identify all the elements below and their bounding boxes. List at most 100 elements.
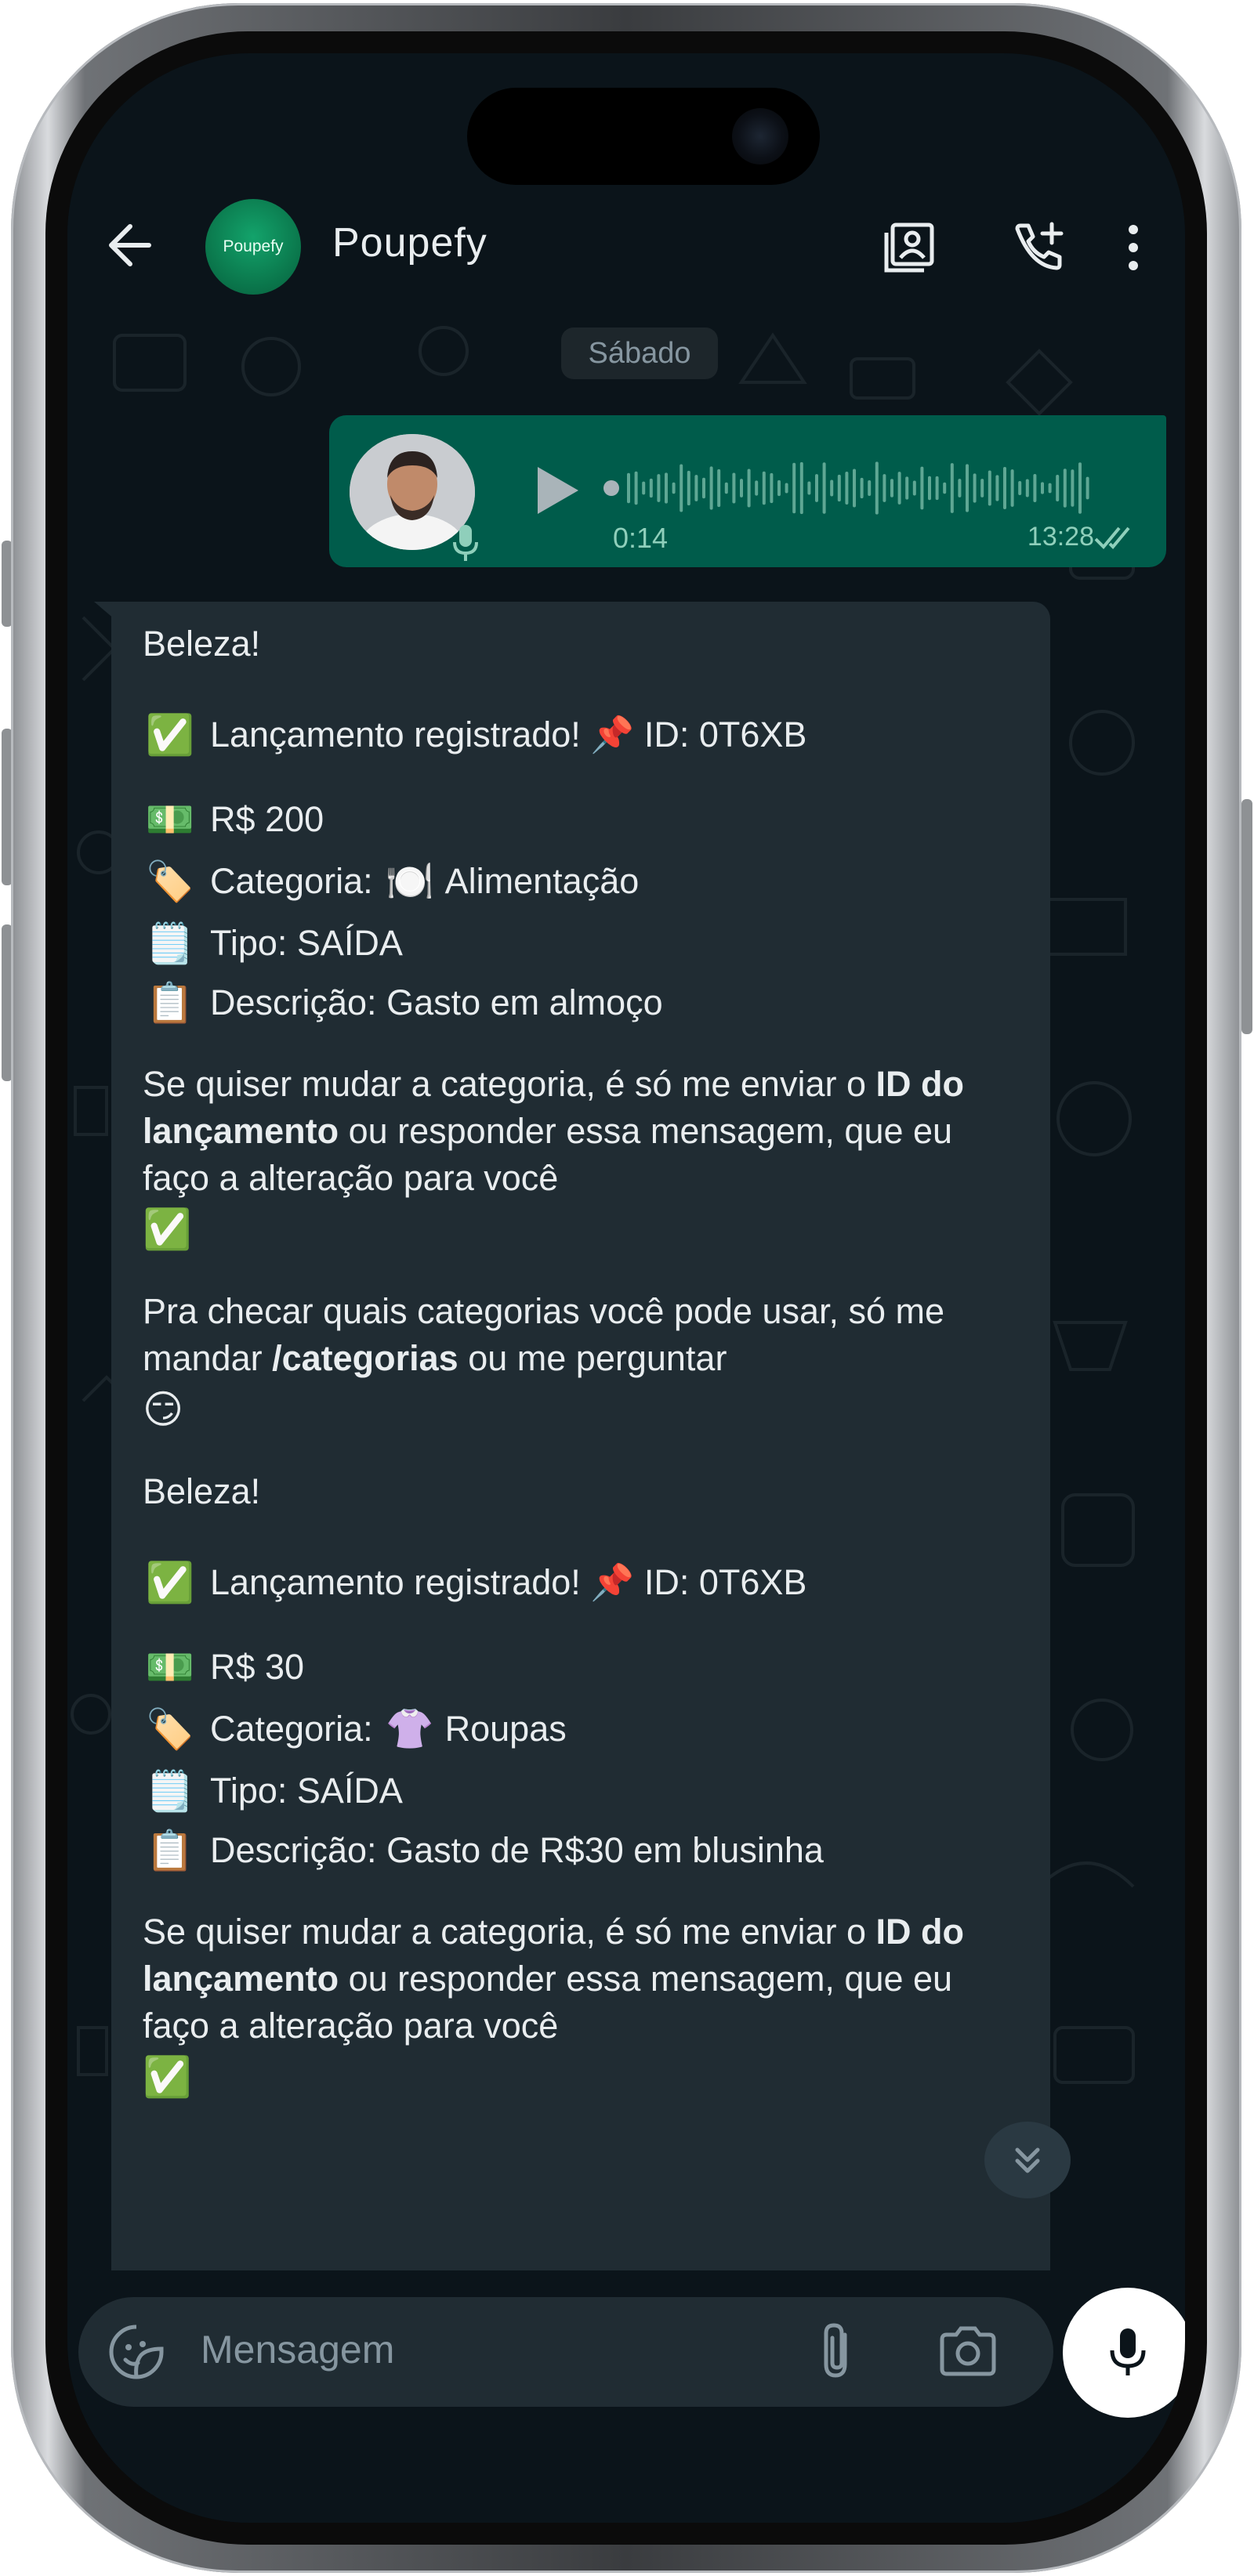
plate-icon: 🍽️ [385, 859, 434, 903]
waveform-bar [966, 464, 969, 512]
contact-card-icon [884, 223, 934, 273]
category-line: 🏷️ Categoria: 🍽️ Alimentação [143, 849, 1028, 914]
message-composer: Mensagem [67, 2270, 1185, 2523]
waveform-bar [672, 482, 676, 494]
menu-button[interactable] [1110, 216, 1157, 279]
description-line: 📋 Descrição: Gasto de R$30 em blusinha [143, 1821, 1028, 1880]
waveform-bar [740, 479, 743, 497]
waveform-bar [912, 480, 916, 496]
waveform-bar [988, 470, 991, 506]
amount-line: 💵 R$ 30 [143, 1637, 1028, 1697]
chat-header: Poupefy Poupefy [67, 186, 1185, 304]
phone-screen: Poupefy Poupefy Sábado 0:14 13:28 Beleza… [67, 53, 1185, 2523]
amount-line: 💵 R$ 200 [143, 790, 1028, 849]
waveform-bar [702, 477, 705, 499]
voice-mic-badge [448, 522, 483, 564]
audio-waveform[interactable] [603, 453, 1105, 523]
play-button[interactable] [527, 462, 583, 519]
scroll-to-bottom-button[interactable] [984, 2122, 1071, 2198]
type-line: 🗒️ Tipo: SAÍDA [143, 1761, 1028, 1821]
change-category-text: Se quiser mudar a categoria, é só me env… [143, 1064, 964, 1198]
message-input-container[interactable]: Mensagem [78, 2297, 1053, 2407]
waveform-bar [897, 472, 901, 505]
check-icon: ✅ [145, 1561, 195, 1605]
waveform-bar [1078, 462, 1082, 514]
waveform-bar [1056, 475, 1060, 501]
check-categories-text: Pra checar quais categorias você pode us… [143, 1291, 945, 1378]
blouse-icon: 👚 [385, 1707, 434, 1751]
waveform-bar [890, 479, 893, 497]
waveform-bar [770, 472, 774, 504]
greeting-text: Beleza! [143, 1471, 261, 1511]
avatar-label: Poupefy [223, 237, 284, 255]
double-chevron-down-icon [1015, 2147, 1040, 2173]
waveform-bar [875, 461, 879, 515]
waveform-bar [980, 479, 984, 497]
waveform-bar [920, 466, 924, 510]
read-receipt-icon [1093, 522, 1136, 553]
voice-message-bubble[interactable]: 0:14 13:28 [329, 415, 1166, 567]
waveform-bar [785, 483, 788, 494]
waveform-bar [687, 470, 690, 506]
change-category-text: Se quiser mudar a categoria, é só me env… [143, 1912, 964, 2046]
registered-line: ✅ Lançamento registrado! 📌 ID: 0T6XB [143, 705, 1028, 765]
sticker-button[interactable] [107, 2322, 166, 2382]
contact-avatar[interactable]: Poupefy [205, 199, 301, 295]
voice-duration: 0:14 [613, 522, 669, 554]
attach-button[interactable] [807, 2319, 870, 2385]
waveform-bar [1033, 473, 1037, 503]
waveform-bar [807, 481, 811, 495]
message-time: 13:28 [1027, 522, 1094, 552]
tag-icon: 🏷️ [145, 1707, 195, 1751]
arrow-left-icon [109, 224, 151, 266]
waveform-bar [680, 464, 683, 512]
waveform-bar [665, 472, 668, 504]
waveform-bar [642, 481, 646, 495]
description-line: 📋 Descrição: Gasto em almoço [143, 973, 1028, 1033]
dynamic-island [467, 88, 820, 185]
contact-name[interactable]: Poupefy [332, 219, 487, 266]
type-line: 🗒️ Tipo: SAÍDA [143, 914, 1028, 973]
waveform-bar [634, 471, 638, 505]
check-icon: ✅ [143, 1207, 192, 1251]
waveform-bar [943, 482, 947, 494]
power-button [1241, 799, 1252, 1034]
waveform-bar [860, 477, 864, 499]
voice-record-button[interactable] [1063, 2288, 1185, 2418]
waveform-bar [1063, 469, 1067, 508]
waveform-bar [724, 482, 728, 494]
waveform-bar [657, 474, 661, 502]
waveform-bar [1018, 481, 1022, 495]
camera-button[interactable] [933, 2319, 1003, 2385]
greeting-text: Beleza! [143, 624, 261, 664]
clipboard-icon: 📋 [145, 981, 195, 1025]
waveform-bar [694, 475, 698, 501]
waveform-bar [1010, 469, 1014, 507]
waveform-bar [799, 461, 803, 515]
back-button[interactable] [99, 218, 161, 273]
waveform-bar [935, 476, 939, 501]
waveform-bar [732, 472, 736, 504]
smirk-emoji-icon: 😏 [143, 1387, 184, 1431]
waveform-bar [1085, 476, 1089, 500]
sticker-icon [109, 2325, 164, 2379]
waveform-bar [1041, 482, 1044, 494]
contact-card-button[interactable] [878, 216, 940, 279]
waveform-bar [755, 480, 759, 496]
camera-icon [940, 2326, 996, 2376]
waveform-bar [762, 471, 766, 505]
add-call-button[interactable] [1006, 216, 1069, 279]
microphone-icon [1110, 2328, 1146, 2375]
money-icon: 💵 [145, 798, 195, 841]
waveform-bar [777, 479, 781, 497]
front-camera [732, 108, 788, 165]
waveform-bar [995, 475, 999, 501]
money-icon: 💵 [145, 1645, 195, 1689]
message-input[interactable]: Mensagem [201, 2327, 394, 2372]
registered-line: ✅ Lançamento registrado! 📌 ID: 0T6XB [143, 1553, 1028, 1612]
tag-icon: 🏷️ [145, 859, 195, 903]
waveform-bar [815, 474, 818, 502]
chat-area[interactable]: Sábado 0:14 13:28 Beleza! ✅ Lançamento r… [67, 304, 1185, 2270]
check-icon: ✅ [143, 2055, 192, 2099]
waveform-bar [1003, 466, 1006, 510]
